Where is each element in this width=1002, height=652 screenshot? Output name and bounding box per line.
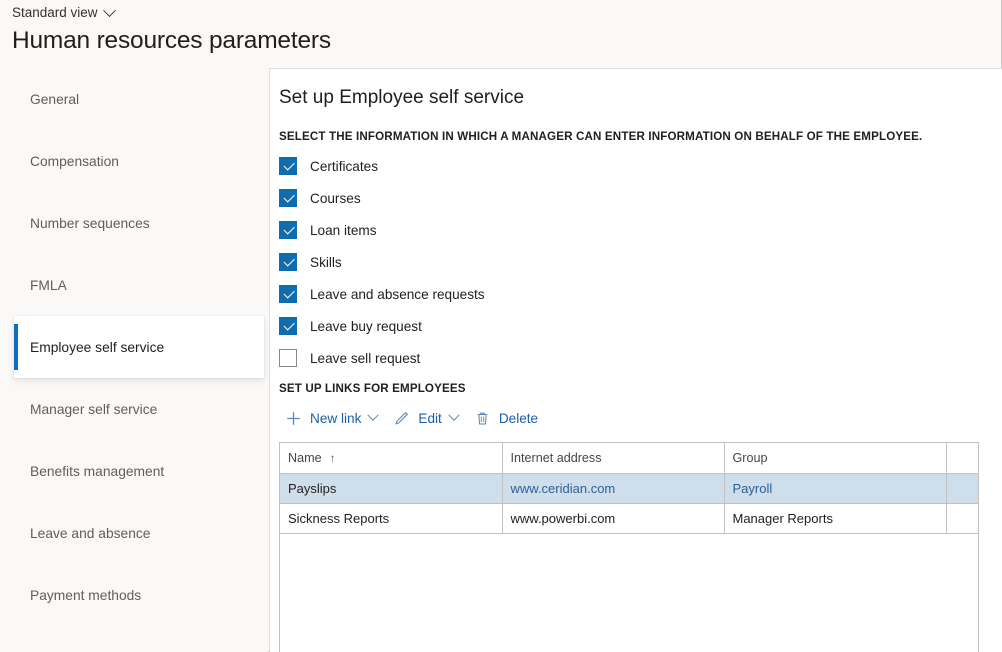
- grid-toolbar: New link Edit Delet: [279, 403, 1002, 433]
- sidebar-item-label: Compensation: [30, 154, 119, 169]
- checkbox-label: Leave buy request: [310, 319, 422, 334]
- sidebar-item-leave-and-absence[interactable]: Leave and absence: [0, 502, 268, 564]
- standard-view-selector[interactable]: Standard view: [12, 6, 114, 20]
- chevron-down-icon: [368, 410, 379, 421]
- checkbox-row-loan-items[interactable]: Loan items: [279, 214, 1002, 246]
- checkbox-row-leave-sell-request[interactable]: Leave sell request: [279, 342, 1002, 374]
- checkbox-row-courses[interactable]: Courses: [279, 182, 1002, 214]
- sidebar-item-label: FMLA: [30, 278, 67, 293]
- delete-label: Delete: [499, 411, 538, 426]
- sidebar-item-fmla[interactable]: FMLA: [0, 254, 268, 316]
- column-header-internet-address[interactable]: Internet address: [502, 443, 724, 473]
- sidebar-item-label: Manager self service: [30, 402, 157, 417]
- checkbox-certificates[interactable]: [279, 157, 297, 175]
- cell-group[interactable]: Payroll: [724, 473, 946, 503]
- cell-internet-address[interactable]: www.powerbi.com: [502, 503, 724, 533]
- sidebar-item-label: Leave and absence: [30, 526, 150, 541]
- plus-icon: [285, 410, 302, 427]
- page-title: Human resources parameters: [12, 27, 331, 55]
- table-header-row: Name ↑ Internet address Group: [280, 443, 978, 473]
- sidebar-item-number-sequences[interactable]: Number sequences: [0, 192, 268, 254]
- sidebar-item-employee-self-service[interactable]: Employee self service: [14, 316, 264, 378]
- delete-button[interactable]: Delete: [468, 403, 548, 433]
- checkbox-list: Certificates Courses Loan items Skills L…: [279, 150, 1002, 374]
- edit-label: Edit: [418, 411, 441, 426]
- sidebar-item-compensation[interactable]: Compensation: [0, 130, 268, 192]
- cell-internet-address[interactable]: www.ceridian.com: [502, 473, 724, 503]
- checkbox-loan-items[interactable]: [279, 221, 297, 239]
- sidebar-item-label: Payment methods: [30, 588, 141, 603]
- chevron-down-icon: [448, 410, 459, 421]
- column-header-label: Name: [288, 451, 322, 465]
- sidebar-item-benefits-management[interactable]: Benefits management: [0, 440, 268, 502]
- arrow-up-icon: ↑: [330, 451, 336, 465]
- edit-button[interactable]: Edit: [387, 403, 467, 433]
- checkbox-leave-buy-request[interactable]: [279, 317, 297, 335]
- checkbox-leave-sell-request[interactable]: [279, 349, 297, 367]
- links-table: Name ↑ Internet address Group Payslips ww…: [280, 443, 978, 534]
- column-header-spacer: [946, 443, 978, 473]
- checkbox-label: Skills: [310, 255, 342, 270]
- checkbox-row-certificates[interactable]: Certificates: [279, 150, 1002, 182]
- cell-spacer: [946, 473, 978, 503]
- links-grid: Name ↑ Internet address Group Payslips ww…: [279, 442, 979, 652]
- standard-view-label: Standard view: [12, 6, 98, 20]
- sidebar-item-payment-methods[interactable]: Payment methods: [0, 564, 268, 626]
- checkbox-label: Courses: [310, 191, 361, 206]
- sidebar-item-label: Benefits management: [30, 464, 164, 479]
- grid-empty-area: [280, 534, 978, 652]
- checkbox-leave-and-absence-requests[interactable]: [279, 285, 297, 303]
- column-header-group[interactable]: Group: [724, 443, 946, 473]
- app-window: Standard view Human resources parameters…: [0, 0, 1002, 652]
- sidebar-item-label: General: [30, 92, 79, 107]
- sidebar-item-general[interactable]: General: [0, 68, 268, 130]
- checkbox-section-label: SELECT THE INFORMATION IN WHICH A MANAGE…: [279, 130, 1002, 143]
- checkbox-label: Leave sell request: [310, 351, 420, 366]
- checkbox-row-leave-buy-request[interactable]: Leave buy request: [279, 310, 1002, 342]
- cell-group[interactable]: Manager Reports: [724, 503, 946, 533]
- section-title: Set up Employee self service: [279, 87, 1002, 109]
- cell-name[interactable]: Payslips: [280, 473, 502, 503]
- checkbox-row-skills[interactable]: Skills: [279, 246, 1002, 278]
- chevron-down-icon: [103, 4, 116, 17]
- sidebar: General Compensation Number sequences FM…: [0, 68, 268, 652]
- checkbox-label: Loan items: [310, 223, 377, 238]
- checkbox-courses[interactable]: [279, 189, 297, 207]
- checkbox-skills[interactable]: [279, 253, 297, 271]
- sidebar-item-manager-self-service[interactable]: Manager self service: [0, 378, 268, 440]
- table-row[interactable]: Payslips www.ceridian.com Payroll: [280, 473, 978, 503]
- new-link-label: New link: [310, 411, 361, 426]
- sidebar-item-label: Employee self service: [30, 340, 164, 355]
- checkbox-label: Leave and absence requests: [310, 287, 485, 302]
- trash-icon: [474, 410, 491, 427]
- table-row[interactable]: Sickness Reports www.powerbi.com Manager…: [280, 503, 978, 533]
- checkbox-label: Certificates: [310, 159, 378, 174]
- new-link-button[interactable]: New link: [279, 403, 387, 433]
- pencil-icon: [393, 410, 410, 427]
- links-section-label: SET UP LINKS FOR EMPLOYEES: [279, 382, 1002, 395]
- cell-name[interactable]: Sickness Reports: [280, 503, 502, 533]
- content-panel: Set up Employee self service SELECT THE …: [269, 68, 1002, 652]
- column-header-name[interactable]: Name ↑: [280, 443, 502, 473]
- cell-spacer: [946, 503, 978, 533]
- checkbox-row-leave-and-absence-requests[interactable]: Leave and absence requests: [279, 278, 1002, 310]
- view-bar: Standard view: [0, 0, 1002, 26]
- sidebar-item-label: Number sequences: [30, 216, 150, 231]
